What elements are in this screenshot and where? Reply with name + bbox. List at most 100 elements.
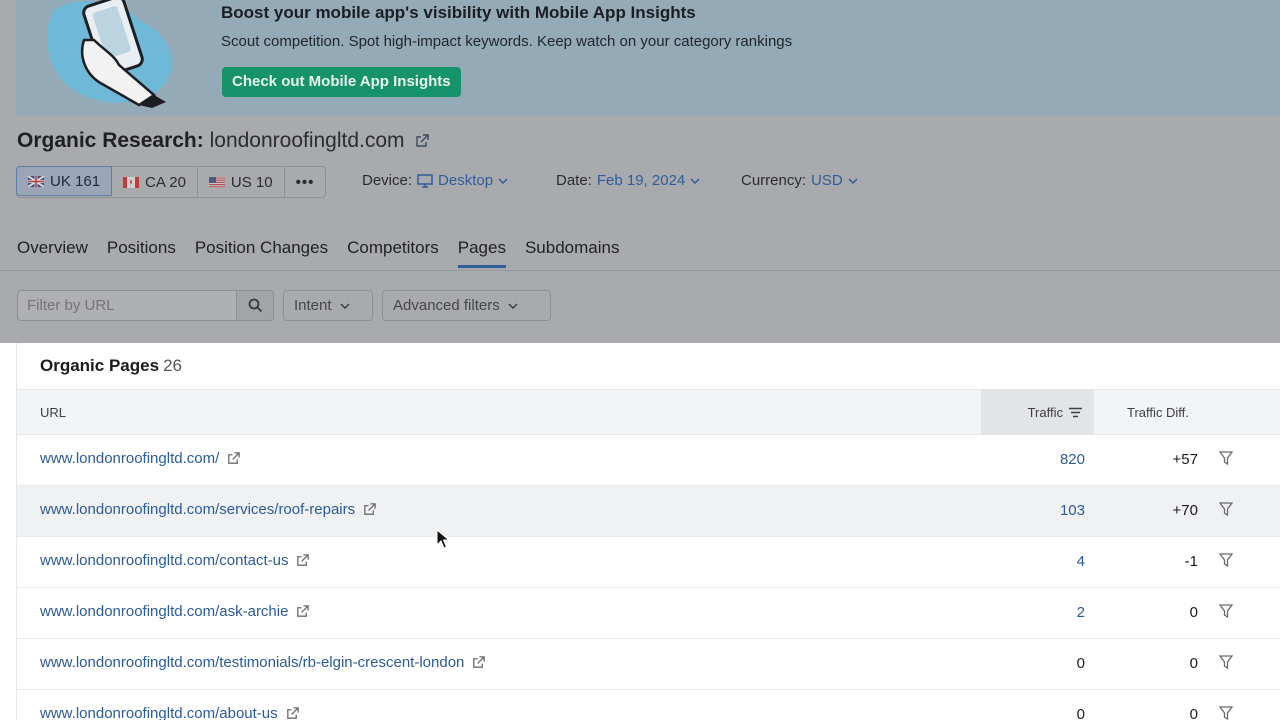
page-url-text: www.londonroofingltd.com/contact-us (40, 552, 289, 569)
traffic-header-label: Traffic (1027, 404, 1063, 420)
traffic-diff-value: 0 (1189, 655, 1198, 672)
page-url-link[interactable]: www.londonroofingltd.com/ (40, 450, 241, 467)
desktop-icon (417, 173, 433, 188)
database-selector: UK 161 CA 20 US 10 ••• (16, 166, 327, 198)
domain-link[interactable]: londonroofingltd.com (210, 129, 405, 152)
external-link-icon[interactable] (295, 604, 310, 619)
advanced-filters-dropdown[interactable]: Advanced filters (382, 290, 551, 321)
traffic-diff-value: 0 (1189, 604, 1198, 621)
database-uk[interactable]: UK 161 (16, 166, 113, 196)
page-url-link[interactable]: www.londonroofingltd.com/services/roof-r… (40, 501, 377, 518)
tab-position-changes[interactable]: Position Changes (195, 238, 328, 268)
mobile-app-insights-button[interactable]: Check out Mobile App Insights (222, 67, 461, 97)
device-selector[interactable]: Device: Desktop (362, 172, 508, 189)
currency-selector[interactable]: Currency: USD (741, 172, 858, 189)
table-header: URL Traffic Traffic Diff. (17, 389, 1280, 435)
page-url-text: www.londonroofingltd.com/testimonials/rb… (40, 654, 465, 671)
table-row: www.londonroofingltd.com/about-us 0 0 (17, 690, 1280, 720)
intent-label: Intent (294, 297, 332, 314)
uk-flag-icon (28, 175, 44, 187)
column-traffic-header[interactable]: Traffic (981, 390, 1094, 434)
chevron-down-icon (508, 302, 518, 309)
tab-competitors[interactable]: Competitors (347, 238, 439, 268)
traffic-value: 0 (1076, 655, 1085, 672)
database-us[interactable]: US 10 (198, 167, 285, 197)
table-row: www.londonroofingltd.com/contact-us 4 -1 (17, 537, 1280, 588)
traffic-value: 0 (1076, 706, 1085, 720)
panel-title-label: Organic Pages (40, 356, 160, 375)
database-ca-label: CA 20 (145, 173, 186, 191)
tabs-divider (0, 270, 1280, 271)
traffic-value[interactable]: 820 (1060, 451, 1085, 468)
filter-funnel-icon[interactable] (1219, 553, 1233, 567)
page-url-link[interactable]: www.londonroofingltd.com/contact-us (40, 552, 310, 569)
external-link-icon[interactable] (285, 706, 300, 720)
traffic-diff-value: +57 (1172, 451, 1198, 468)
mouse-cursor-icon (436, 529, 450, 549)
table-row: www.londonroofingltd.com/services/roof-r… (17, 486, 1280, 537)
phone-hand-illustration (46, 0, 173, 108)
page-url-link[interactable]: www.londonroofingltd.com/about-us (40, 705, 300, 720)
traffic-value[interactable]: 4 (1077, 553, 1085, 570)
traffic-diff-value: +70 (1172, 502, 1198, 519)
report-tabs: Overview Positions Position Changes Comp… (17, 238, 638, 268)
tab-pages[interactable]: Pages (457, 238, 506, 268)
traffic-value[interactable]: 103 (1060, 502, 1085, 519)
column-url-header: URL (40, 405, 67, 420)
search-icon (248, 298, 262, 313)
table-row: www.londonroofingltd.com/ask-archie 2 0 (17, 588, 1280, 639)
device-value: Desktop (438, 172, 494, 189)
panel-title: Organic Pages 26 (40, 356, 182, 376)
tab-subdomains[interactable]: Subdomains (525, 238, 620, 268)
filter-funnel-icon[interactable] (1219, 502, 1233, 516)
table-row: www.londonroofingltd.com/testimonials/rb… (17, 639, 1280, 690)
date-selector[interactable]: Date: Feb 19, 2024 (556, 172, 700, 189)
advanced-filters-label: Advanced filters (393, 297, 500, 314)
traffic-diff-value: 0 (1189, 706, 1198, 720)
date-label: Date: (556, 172, 592, 189)
currency-label: Currency: (741, 172, 807, 189)
chevron-down-icon (690, 177, 700, 184)
filter-search-button[interactable] (236, 290, 274, 321)
page-url-text: www.londonroofingltd.com/ask-archie (40, 603, 289, 620)
traffic-value[interactable]: 2 (1077, 604, 1085, 621)
database-us-label: US 10 (230, 173, 273, 191)
filter-funnel-icon[interactable] (1219, 451, 1233, 465)
external-link-icon[interactable] (362, 502, 377, 517)
external-link-icon[interactable] (414, 133, 430, 149)
device-label: Device: (362, 172, 413, 189)
page-url-text: www.londonroofingltd.com/about-us (40, 705, 278, 720)
page-title-label: Organic Research: (17, 129, 204, 152)
tab-overview[interactable]: Overview (17, 238, 88, 268)
ca-flag-icon (123, 176, 140, 188)
page-url-link[interactable]: www.londonroofingltd.com/ask-archie (40, 603, 310, 620)
page-title: Organic Research: londonroofingltd.com (17, 129, 430, 153)
filter-funnel-icon[interactable] (1219, 706, 1233, 720)
us-flag-icon (208, 176, 225, 188)
external-link-icon[interactable] (295, 553, 310, 568)
sort-descending-icon (1069, 407, 1082, 417)
tab-positions[interactable]: Positions (107, 238, 176, 268)
chevron-down-icon (340, 302, 350, 309)
external-link-icon[interactable] (226, 451, 241, 466)
more-icon: ••• (295, 173, 315, 191)
pages-count: 26 (163, 356, 182, 375)
more-databases-button[interactable]: ••• (285, 167, 326, 197)
column-traffic-diff-header[interactable]: Traffic Diff. (1127, 405, 1189, 420)
banner-title: Boost your mobile app's visibility with … (221, 3, 696, 22)
organic-pages-panel: Organic Pages 26 URL Traffic Traffic Diff… (16, 343, 1280, 720)
date-value: Feb 19, 2024 (596, 172, 686, 189)
page-url-text: www.londonroofingltd.com/services/roof-r… (40, 501, 356, 518)
intent-dropdown[interactable]: Intent (283, 290, 373, 321)
promo-banner: Boost your mobile app's visibility with … (16, 0, 1280, 116)
page-url-link[interactable]: www.londonroofingltd.com/testimonials/rb… (40, 654, 486, 671)
database-uk-label: UK 161 (50, 172, 101, 190)
database-ca[interactable]: CA 20 (112, 167, 198, 197)
filter-funnel-icon[interactable] (1219, 604, 1233, 618)
table-row: www.londonroofingltd.com/820 +57 (17, 435, 1280, 486)
external-link-icon[interactable] (471, 655, 486, 670)
currency-value: USD (811, 172, 843, 189)
banner-subtitle: Scout competition. Spot high-impact keyw… (221, 33, 793, 50)
filter-funnel-icon[interactable] (1219, 655, 1233, 669)
filter-url-input[interactable] (17, 290, 237, 321)
